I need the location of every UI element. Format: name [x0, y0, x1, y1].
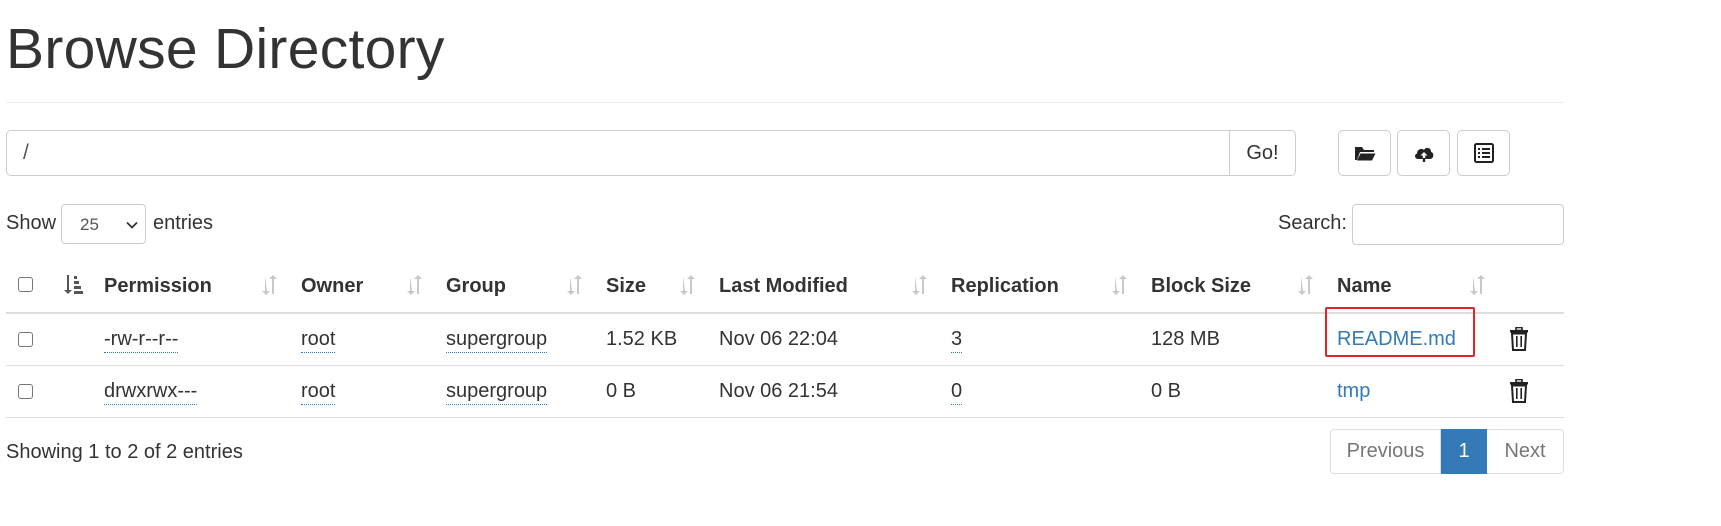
table-row: drwxrwx--- root supergroup 0 B Nov 06 21… — [6, 366, 1564, 418]
cut-paste-list-button[interactable] — [1457, 130, 1510, 176]
directory-path-input[interactable] — [6, 130, 1229, 176]
sort-icon[interactable] — [679, 274, 695, 296]
trash-icon[interactable] — [1508, 327, 1530, 351]
column-header-owner[interactable]: Owner — [301, 275, 363, 298]
directory-name-link[interactable]: tmp — [1337, 380, 1370, 403]
row-checkbox[interactable] — [18, 332, 33, 347]
cloud-upload-icon — [1414, 147, 1433, 162]
column-header-block-size[interactable]: Block Size — [1151, 275, 1251, 298]
column-header-last-modified[interactable]: Last Modified — [719, 275, 848, 298]
table-info: Showing 1 to 2 of 2 entries — [6, 441, 243, 463]
sort-icon[interactable] — [1111, 274, 1127, 296]
select-all-checkbox[interactable] — [18, 277, 33, 292]
upload-file-button[interactable] — [1397, 130, 1450, 176]
trash-icon[interactable] — [1508, 379, 1530, 403]
replication-cell[interactable]: 3 — [951, 328, 963, 353]
column-header-group[interactable]: Group — [446, 275, 506, 298]
title-divider — [6, 102, 1564, 103]
page-length-select[interactable]: 25 — [61, 204, 146, 244]
last-modified-cell: Nov 06 22:04 — [719, 328, 838, 350]
owner-cell[interactable]: root — [301, 380, 336, 405]
folder-open-icon — [1354, 147, 1375, 161]
sort-amount-desc-icon[interactable] — [62, 273, 84, 295]
last-modified-cell: Nov 06 21:54 — [719, 380, 838, 402]
permission-cell[interactable]: -rw-r--r-- — [104, 328, 179, 353]
next-page-button[interactable]: Next — [1487, 429, 1564, 474]
group-cell[interactable]: supergroup — [446, 328, 548, 353]
column-header-replication[interactable]: Replication — [951, 275, 1059, 298]
list-alt-icon — [1473, 143, 1494, 163]
path-bar: Go! — [6, 130, 1296, 176]
sort-icon[interactable] — [261, 274, 277, 296]
owner-cell[interactable]: root — [301, 328, 336, 353]
column-header-permission[interactable]: Permission — [104, 275, 212, 298]
permission-cell[interactable]: drwxrwx--- — [104, 380, 198, 405]
sort-icon[interactable] — [566, 274, 582, 296]
block-size-cell: 0 B — [1151, 380, 1182, 402]
search-input[interactable] — [1352, 204, 1564, 245]
sort-icon[interactable] — [406, 274, 422, 296]
highlight-annotation-box — [1325, 307, 1475, 357]
group-cell[interactable]: supergroup — [446, 380, 548, 405]
row-checkbox[interactable] — [18, 384, 33, 399]
go-button[interactable]: Go! — [1229, 130, 1296, 176]
entries-label: entries — [153, 212, 214, 234]
page-length-value: 25 — [80, 215, 99, 234]
search-label: Search: — [1278, 212, 1347, 234]
page-1-button[interactable]: 1 — [1441, 429, 1487, 474]
page-title: Browse Directory — [6, 17, 445, 81]
column-header-size[interactable]: Size — [606, 275, 646, 298]
show-label: Show — [6, 212, 57, 234]
replication-cell[interactable]: 0 — [951, 380, 963, 405]
sort-icon[interactable] — [1297, 274, 1313, 296]
pagination: Previous 1 Next — [1330, 429, 1564, 474]
size-cell: 1.52 KB — [606, 328, 678, 350]
sort-icon[interactable] — [1469, 274, 1485, 296]
column-header-name[interactable]: Name — [1337, 275, 1391, 298]
size-cell: 0 B — [606, 380, 637, 402]
previous-page-button[interactable]: Previous — [1330, 429, 1441, 474]
create-directory-button[interactable] — [1338, 130, 1391, 176]
chevron-down-icon — [126, 221, 138, 229]
sort-icon[interactable] — [911, 274, 927, 296]
block-size-cell: 128 MB — [1151, 328, 1220, 350]
